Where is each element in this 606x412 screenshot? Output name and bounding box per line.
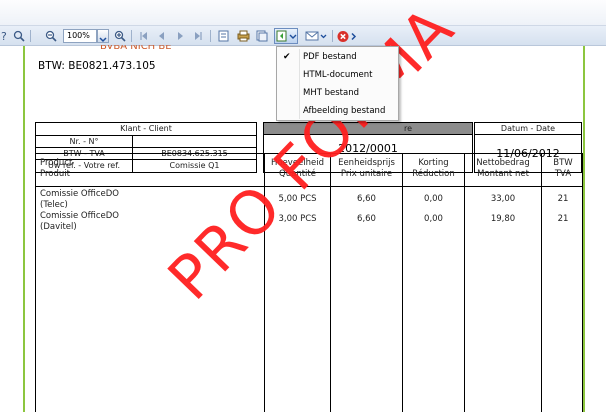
column-divider bbox=[464, 154, 465, 412]
client-row-value bbox=[133, 136, 256, 147]
svg-text:?: ? bbox=[1, 30, 7, 42]
client-header: Klant - Client bbox=[36, 123, 256, 136]
column-divider bbox=[541, 154, 542, 412]
company-name-cut: BVBA NICH BE bbox=[100, 45, 172, 51]
column-header-vat: BTW TVA bbox=[553, 158, 573, 179]
column-header-discount: Korting Réduction bbox=[412, 158, 455, 179]
invoice-header-text: re bbox=[404, 124, 413, 133]
first-page-icon[interactable] bbox=[138, 29, 150, 43]
table-row-product: Comissie OfficeDO (Telec) bbox=[40, 189, 119, 210]
table-row-vat: 21 bbox=[557, 214, 569, 224]
menu-item-label: PDF bestand bbox=[303, 52, 357, 62]
toolbar-separator bbox=[210, 30, 211, 42]
print-icon[interactable] bbox=[236, 29, 250, 43]
column-header-product: Product Produit bbox=[40, 158, 73, 179]
client-row-label: Nr. - N° bbox=[36, 136, 133, 147]
zoom-input[interactable]: 100% bbox=[63, 29, 97, 43]
copy-icon[interactable] bbox=[255, 29, 269, 43]
last-page-icon[interactable] bbox=[192, 29, 204, 43]
table-row-vat: 21 bbox=[557, 194, 569, 204]
page-border-left bbox=[23, 46, 25, 412]
toolbar-separator bbox=[332, 30, 333, 42]
export-menu: ✔ PDF bestand HTML-document MHT bestand … bbox=[276, 46, 399, 121]
menu-item-pdf[interactable]: ✔ PDF bestand bbox=[277, 49, 398, 66]
zoom-in-icon[interactable] bbox=[113, 29, 127, 43]
menu-item-label: MHT bestand bbox=[303, 88, 359, 98]
zoom-dropdown-button[interactable] bbox=[97, 29, 109, 43]
table-row-unit-price: 6,60 bbox=[357, 214, 376, 224]
column-divider bbox=[330, 154, 331, 412]
table-row-discount: 0,00 bbox=[424, 194, 443, 204]
toolbar-separator bbox=[30, 30, 31, 42]
company-vat-number: BTW: BE0821.473.105 bbox=[38, 60, 156, 72]
column-header-net-amount: Nettobedrag Montant net bbox=[476, 158, 530, 179]
window-top-strip bbox=[0, 0, 606, 26]
check-icon: ✔ bbox=[283, 52, 291, 62]
menu-item-html[interactable]: HTML-document bbox=[277, 67, 398, 84]
page-border-right bbox=[583, 46, 585, 412]
close-icon[interactable] bbox=[337, 29, 359, 43]
page-setup-icon[interactable] bbox=[217, 29, 231, 43]
table-row-net-amount: 19,80 bbox=[490, 214, 516, 224]
search-icon[interactable] bbox=[12, 29, 26, 43]
report-toolbar: ? 100% bbox=[0, 26, 606, 46]
menu-item-label: HTML-document bbox=[303, 70, 373, 80]
help-icon[interactable]: ? bbox=[0, 29, 10, 43]
email-icon[interactable] bbox=[304, 29, 328, 43]
next-page-icon[interactable] bbox=[174, 29, 186, 43]
column-divider bbox=[402, 154, 403, 412]
table-row-unit-price: 6,60 bbox=[357, 194, 376, 204]
export-button[interactable] bbox=[274, 28, 298, 44]
zoom-out-icon[interactable] bbox=[44, 29, 58, 43]
prev-page-icon[interactable] bbox=[156, 29, 168, 43]
menu-item-mht[interactable]: MHT bestand bbox=[277, 85, 398, 102]
client-row: Nr. - N° bbox=[36, 136, 256, 148]
menu-item-image[interactable]: Afbeelding bestand bbox=[277, 103, 398, 120]
toolbar-separator bbox=[131, 30, 132, 42]
table-row-discount: 0,00 bbox=[424, 214, 443, 224]
table-row-product: Comissie OfficeDO (Davitel) bbox=[40, 211, 119, 232]
menu-item-label: Afbeelding bestand bbox=[303, 106, 386, 116]
table-row-net-amount: 33,00 bbox=[490, 194, 516, 204]
